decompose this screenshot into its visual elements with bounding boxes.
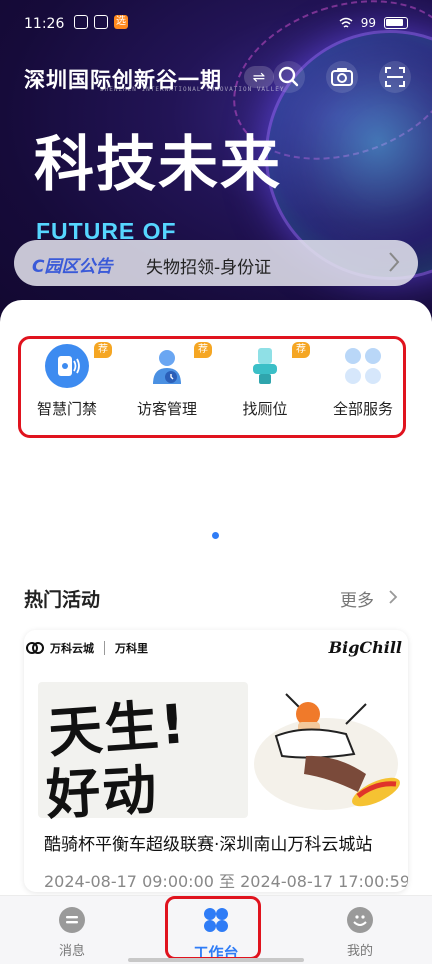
status-time: 11:26 xyxy=(24,16,65,32)
event-card[interactable]: 万科云城 万科里 BigChill 天生! 好动 酷骑杯平衡车超级联赛·深圳南山… xyxy=(24,630,408,892)
service-label: 智慧门禁 xyxy=(36,400,97,418)
banner-headline: 科技未来 xyxy=(34,130,282,200)
access-control-icon xyxy=(45,344,89,388)
notification-icon xyxy=(94,15,108,29)
profile-icon xyxy=(347,907,373,933)
tab-profile[interactable]: 我的 xyxy=(320,904,400,962)
chevron-right-icon[interactable] xyxy=(388,589,398,605)
recommend-badge: 荐 xyxy=(94,342,112,358)
announcement-text[interactable]: 失物招领-身份证 xyxy=(146,253,271,278)
hero-banner[interactable]: 11:26 选 99 深圳国际创新谷一期 SHENZHEN INTERNATIO… xyxy=(0,0,432,330)
visitor-icon xyxy=(153,350,181,384)
announcement-tag: C园区公告 xyxy=(32,257,113,277)
wifi-icon xyxy=(339,17,353,28)
chevron-right-icon[interactable] xyxy=(388,251,400,273)
home-indicator[interactable] xyxy=(128,958,304,962)
scan-icon[interactable] xyxy=(378,60,412,94)
service-all[interactable]: 全部服务 xyxy=(318,344,408,424)
switch-park-button[interactable]: ⇌ xyxy=(244,66,274,88)
service-label: 访客管理 xyxy=(136,400,197,418)
event-time: 2024-08-17 09:00:00 至 2024-08-17 17:00:5… xyxy=(44,872,408,891)
message-icon xyxy=(59,907,85,933)
bigchill-logo: BigChill xyxy=(328,638,402,657)
tab-label: 我的 xyxy=(346,944,373,959)
toilet-icon xyxy=(253,348,277,384)
battery-level: 99 xyxy=(360,16,376,30)
notification-icon xyxy=(74,15,88,29)
pager-indicator xyxy=(212,532,219,539)
camera-icon[interactable] xyxy=(325,60,359,94)
announcement-bar[interactable]: C园区公告 失物招领-身份证 xyxy=(14,240,418,286)
event-poster[interactable]: 万科云城 万科里 BigChill 天生! 好动 xyxy=(24,630,408,827)
service-smart-access[interactable]: 荐 智慧门禁 xyxy=(22,342,112,424)
tab-messages[interactable]: 消息 xyxy=(32,904,112,962)
brand-divider xyxy=(104,641,105,655)
event-title: 酷骑杯平衡车超级联赛·深圳南山万科云城站 xyxy=(44,835,373,855)
workbench-highlight-box xyxy=(165,896,261,960)
brand-name: 万科云城 xyxy=(50,642,94,655)
more-link[interactable]: 更多 xyxy=(340,586,374,611)
service-find-toilet[interactable]: 荐 找厕位 xyxy=(220,342,310,424)
search-icon[interactable] xyxy=(272,60,306,94)
service-visitor-management[interactable]: 荐 访客管理 xyxy=(122,342,212,424)
section-title-hot-events: 热门活动 xyxy=(24,589,101,611)
tab-label: 消息 xyxy=(58,944,85,959)
status-notification-icons: 选 xyxy=(74,15,128,29)
vanke-logo-icon xyxy=(26,642,44,654)
battery-icon xyxy=(384,17,408,29)
brand-logos: 万科云城 万科里 xyxy=(26,640,148,656)
recommend-badge: 荐 xyxy=(194,342,212,358)
brand-name: 万科里 xyxy=(115,642,148,655)
recommend-badge: 荐 xyxy=(292,342,310,358)
app-badge-icon: 选 xyxy=(114,15,128,29)
status-system-icons: 99 xyxy=(339,16,408,30)
poster-slogan: 好动 xyxy=(44,758,160,827)
skateboarder-illustration xyxy=(254,693,400,810)
service-label: 全部服务 xyxy=(332,400,393,418)
status-bar: 11:26 选 99 xyxy=(0,0,432,48)
service-label: 找厕位 xyxy=(242,400,288,418)
grid-icon xyxy=(345,348,381,384)
